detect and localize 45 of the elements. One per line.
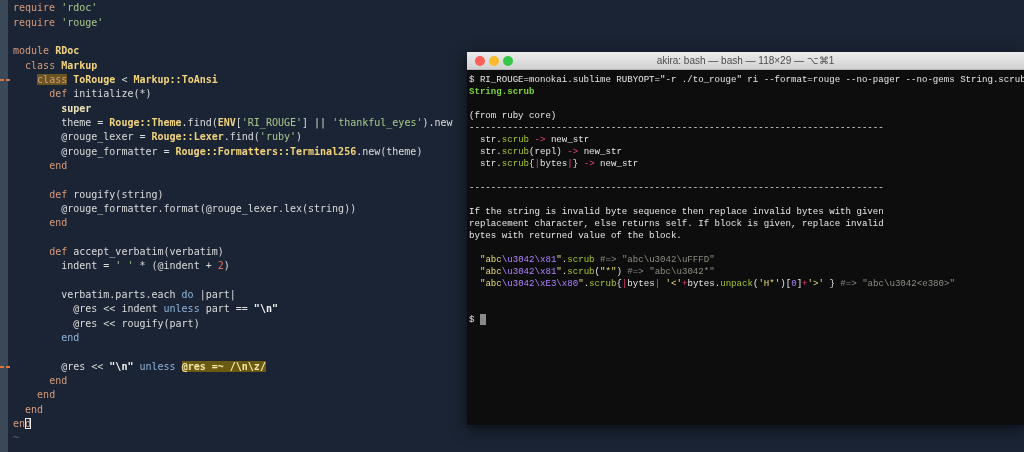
code-line: @res << rougify(part) [72,316,200,331]
close-button[interactable] [475,55,485,66]
zoom-button[interactable] [503,55,513,66]
code-line: @res << indent unless part == "\n" [72,302,278,317]
terminal-line: bytes with returned value of the block. [469,230,682,242]
code-line: end [24,402,44,417]
code-line: def rougify(string) [48,187,164,202]
window-title: akira: bash — bash — 118×29 — ⌥⌘1 [656,55,835,66]
code-line: def initialize(*) [48,87,152,102]
code-line: end [48,158,68,173]
terminal-line: replacement character, else returns self. If block is given, replace invalid [469,218,884,230]
code-line: @res << "\n" unless @res =~ /\n\z/ [60,359,266,374]
terminal-line: ---------------------------------------------------------------------------- [469,121,884,133]
cursor-icon [480,314,487,326]
code-line: @rouge_lexer = Rouge::Lexer.find('ruby') [60,130,302,145]
terminal-line: String.scrub [469,85,535,97]
code-line: require 'rouge' [12,15,104,30]
code-line: end [12,417,32,432]
code-line: @rouge_formatter = Rouge::Formatters::Terminal256.new(theme) [60,144,423,159]
code-line: super [60,101,92,116]
terminal-line: str.scrub -> new_str [478,133,590,145]
code-line: module RDoc [12,44,80,59]
terminal-line: "abc\u3042\xE3\x80".scrub{|bytes| '<'+bytes.unpack('H*')[0]+'>' } #=> "abc\u3042<e380>" [478,278,955,290]
terminal-line: (from ruby core) [469,109,557,121]
code-line: class Markup [24,58,98,73]
code-line: indent = ' ' * (@indent + 2) [60,259,230,274]
code-line: theme = Rouge::Theme.find(ENV['RI_ROUGE'] || 'thankful_eyes').new [60,115,453,130]
code-line: @rouge_formatter.format(@rouge_lexer.lex(string)) [60,202,357,216]
terminal-line: str.scrub(repl) -> new_str [478,145,622,157]
code-line: def accept_verbatim(verbatim) [48,245,224,259]
code-line: end [48,216,68,231]
terminal-line: str.scrub{|bytes|} -> new_str [478,157,639,169]
terminal-line: If the string is invalid byte sequence then replace invalid bytes with given [469,206,884,218]
code-line: require 'rdoc' [12,1,98,16]
terminal-line: ---------------------------------------------------------------------------- [469,181,884,193]
terminal-line: "abc\u3042\x81".scrub #=> "abc\u3042\uFFFD" [478,254,715,266]
minimize-button[interactable] [489,55,499,66]
code-line: end [36,388,56,403]
prompt: $ [469,314,475,326]
code-line: class ToRouge < Markup::ToAnsi [36,72,218,87]
code-line: end [48,374,68,389]
empty-line-marker: ~ [12,431,20,446]
code-line: end [60,331,80,346]
terminal-line: "abc\u3042\x81".scrub("*") #=> "abc\u3042*" [478,266,715,278]
code-line: verbatim.parts.each do |part| [60,288,236,303]
